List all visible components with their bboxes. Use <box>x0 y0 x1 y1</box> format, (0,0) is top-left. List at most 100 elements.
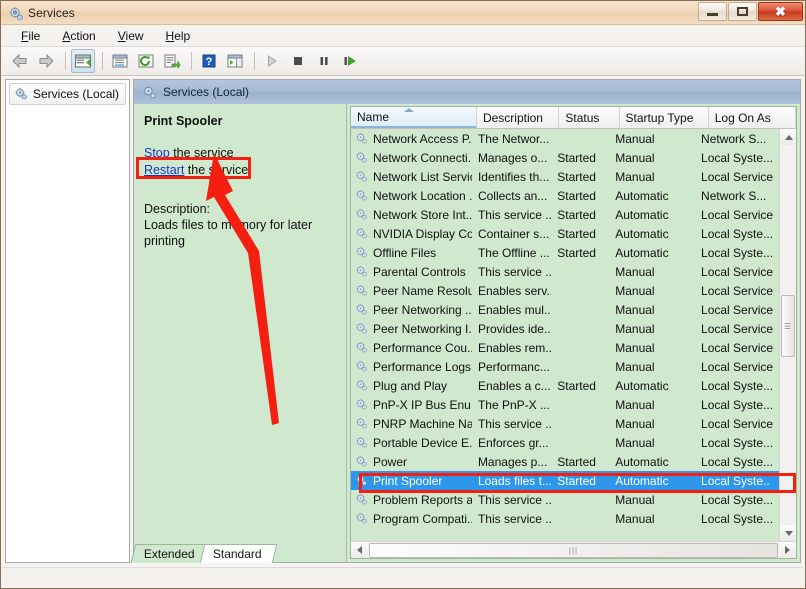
help-icon[interactable]: ? <box>197 49 221 73</box>
maximize-button[interactable] <box>728 2 757 21</box>
vertical-scroll-thumb[interactable]: ☰ <box>781 295 795 357</box>
properties-icon[interactable] <box>108 49 132 73</box>
cell-startup-type: Manual <box>615 492 655 507</box>
table-row[interactable]: NVIDIA Display Co... Container s... Starte… <box>351 224 779 243</box>
cell-description: Performanc... <box>477 359 550 374</box>
stop-service-link[interactable]: Stop <box>144 146 170 160</box>
pane-split: Print Spooler Stop the service Restart t… <box>134 104 800 562</box>
table-row[interactable]: Parental Controls This service ... Manual L… <box>351 262 779 281</box>
menu-help[interactable]: Help <box>155 26 202 46</box>
table-row-selected[interactable]: Print Spooler Loads files t... Started Auto… <box>351 471 779 490</box>
column-header-description[interactable]: Description <box>476 107 560 128</box>
scroll-up-button[interactable] <box>780 129 796 145</box>
description-text: Loads files to memory for later printing <box>144 218 313 248</box>
service-gear-icon <box>355 417 369 431</box>
cell-log-on-as: Local Syste... <box>701 492 774 507</box>
vertical-scrollbar[interactable]: ☰ <box>779 129 796 541</box>
table-row[interactable]: PnP-X IP Bus Enu... The PnP-X ... Manual Lo… <box>351 395 779 414</box>
column-header-label: Status <box>565 110 600 125</box>
restart-service-icon[interactable] <box>338 49 362 73</box>
cell-startup-type: Manual <box>615 169 655 184</box>
table-row[interactable]: Offline Files The Offline ... Started Autom… <box>351 243 779 262</box>
table-row[interactable]: Problem Reports a... This service ... Manu… <box>351 490 779 509</box>
table-row[interactable]: PNRP Machine Na... This service ... Manual… <box>351 414 779 433</box>
service-details-panel: Print Spooler Stop the service Restart t… <box>134 104 346 562</box>
table-row[interactable]: Network Store Int... This service ... Star… <box>351 205 779 224</box>
cell-log-on-as: Local Syste... <box>701 454 774 469</box>
cell-startup-type: Manual <box>615 131 655 146</box>
column-header-status[interactable]: Status <box>559 107 620 128</box>
list-header-row: Name Description Status Startup Type Log On … <box>351 107 796 129</box>
cell-text: Peer Name Resolu... <box>373 283 472 298</box>
cell-log-on-as: Local Service <box>701 302 774 317</box>
column-header-name[interactable]: Name <box>351 107 477 128</box>
table-row[interactable]: Performance Cou... Enables rem... Manual Lo… <box>351 338 779 357</box>
cell-text: Power <box>373 454 408 469</box>
close-button[interactable]: ✖ <box>758 2 803 21</box>
cell-description: The PnP-X ... <box>477 397 550 412</box>
cell-log-on-as: Local Service <box>701 359 774 374</box>
scroll-down-button[interactable] <box>780 525 796 541</box>
cell-text: Network Connecti... <box>373 150 472 165</box>
cell-name: Network Connecti... <box>351 151 472 165</box>
table-row[interactable]: Network Location ... Collects an... Starte… <box>351 186 779 205</box>
cell-name: Performance Logs... <box>351 360 472 374</box>
cell-name: Parental Controls <box>351 265 472 279</box>
cell-name: Performance Cou... <box>351 341 472 355</box>
table-row[interactable]: Portable Device E... Enforces gr... Manual… <box>351 433 779 452</box>
cell-startup-type: Automatic <box>615 188 669 203</box>
start-service-icon[interactable] <box>260 49 284 73</box>
table-row[interactable]: Peer Name Resolu... Enables serv... Manual… <box>351 281 779 300</box>
cell-startup-type: Manual <box>615 283 655 298</box>
cell-text: Peer Networking I... <box>373 321 472 336</box>
cell-startup-type: Manual <box>615 359 655 374</box>
view-tabs: Extended Standard <box>130 543 801 563</box>
menu-view[interactable]: View <box>107 26 155 46</box>
cell-description: This service ... <box>477 492 552 507</box>
cell-log-on-as: Local Service <box>701 416 774 431</box>
show-action-pane-icon[interactable] <box>223 49 247 73</box>
restart-service-link[interactable]: Restart <box>144 163 184 177</box>
back-arrow-icon[interactable] <box>8 49 32 73</box>
export-list-icon[interactable] <box>160 49 184 73</box>
column-header-log-on-as[interactable]: Log On As <box>708 107 796 128</box>
cell-log-on-as: Local Syste... <box>701 397 774 412</box>
menu-file[interactable]: File <box>10 26 51 46</box>
table-row[interactable]: Peer Networking I... Provides ide... Manua… <box>351 319 779 338</box>
table-row[interactable]: Network Access P... The Networ... Manual Ne… <box>351 129 779 148</box>
table-row[interactable]: Peer Networking ... Enables mul... Manual L… <box>351 300 779 319</box>
forward-arrow-icon[interactable] <box>34 49 58 73</box>
refresh-icon[interactable] <box>134 49 158 73</box>
cell-startup-type: Automatic <box>615 378 669 393</box>
table-row[interactable]: Network List Service Identifies th... Star… <box>351 167 779 186</box>
cell-text: Network Access P... <box>373 131 472 146</box>
cell-text: Performance Logs... <box>373 359 472 374</box>
sidebar-item-services-local[interactable]: Services (Local) <box>9 83 126 105</box>
tab-standard[interactable]: Standard <box>199 544 277 563</box>
cell-status: Started <box>557 226 596 241</box>
menu-action[interactable]: Action <box>51 26 106 46</box>
services-gear-icon <box>14 87 28 101</box>
service-gear-icon <box>355 132 369 146</box>
service-gear-icon <box>355 455 369 469</box>
table-row[interactable]: Network Connecti... Manages o... Started Ma… <box>351 148 779 167</box>
stop-service-icon[interactable] <box>286 49 310 73</box>
vertical-scroll-track[interactable]: ☰ <box>780 145 796 525</box>
table-row[interactable]: Program Compati... This service ... Manual… <box>351 509 779 528</box>
pause-service-icon[interactable] <box>312 49 336 73</box>
table-row[interactable]: Performance Logs... Performanc... Manual Lo… <box>351 357 779 376</box>
show-hide-console-tree-icon[interactable] <box>71 49 95 73</box>
service-gear-icon <box>355 436 369 450</box>
table-row[interactable]: Plug and Play Enables a c... Started Automa… <box>351 376 779 395</box>
tab-extended[interactable]: Extended <box>130 544 211 563</box>
cell-description: Identifies th... <box>477 169 550 184</box>
cell-name: Program Compati... <box>351 512 472 526</box>
cell-description: Collects an... <box>477 188 548 203</box>
cell-startup-type: Manual <box>615 511 655 526</box>
minimize-button[interactable] <box>698 2 727 21</box>
table-row[interactable]: Power Manages p... Started Automatic Local S… <box>351 452 779 471</box>
service-gear-icon <box>355 512 369 526</box>
restart-service-suffix: the service <box>184 163 249 177</box>
column-header-startup-type[interactable]: Startup Type <box>619 107 709 128</box>
cell-description: This service ... <box>477 264 552 279</box>
